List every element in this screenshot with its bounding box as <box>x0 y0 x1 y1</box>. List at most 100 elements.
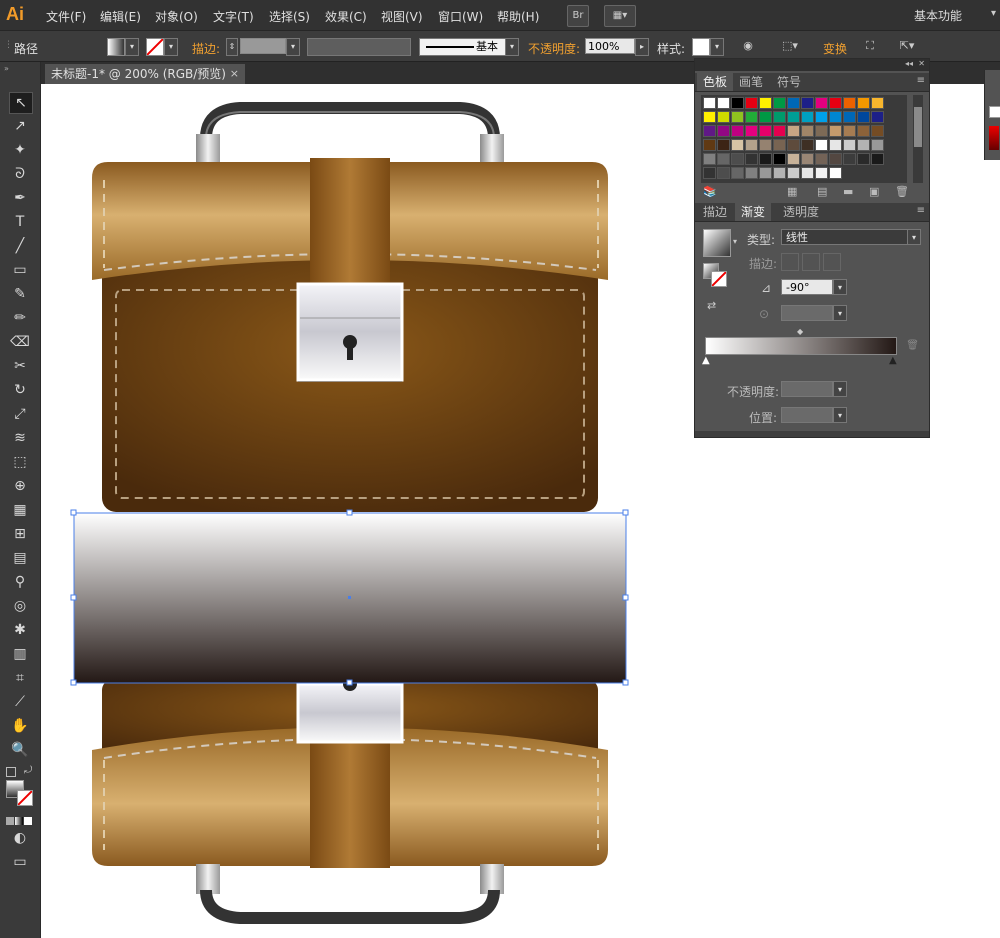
swatch[interactable] <box>787 153 800 165</box>
aspect-ratio-field[interactable] <box>781 305 833 321</box>
color-mode-icons[interactable] <box>6 814 34 825</box>
fill-dropdown[interactable]: ▾ <box>125 38 139 56</box>
swatch[interactable] <box>773 111 786 123</box>
stroke-weight-dropdown[interactable]: ▾ <box>286 38 300 56</box>
panel-menu-icon[interactable]: ≡ <box>917 205 925 216</box>
rotate-tool-icon[interactable]: ↻ <box>9 380 31 400</box>
arrange-documents-button[interactable]: ▦▾ <box>604 5 636 27</box>
swatch[interactable] <box>717 111 730 123</box>
swatch[interactable] <box>717 167 730 179</box>
swatch[interactable] <box>787 125 800 137</box>
swatch[interactable] <box>773 97 786 109</box>
swatch[interactable] <box>759 97 772 109</box>
swatch-scrollbar[interactable] <box>913 95 923 183</box>
brush-definition[interactable]: 基本 <box>419 38 519 56</box>
swatch[interactable] <box>731 125 744 137</box>
stroke-dropdown[interactable]: ▾ <box>164 38 178 56</box>
eraser-tool-icon[interactable]: ⌫ <box>9 332 31 352</box>
swatch[interactable] <box>745 167 758 179</box>
collapse-icon[interactable]: ◂◂ <box>905 59 913 68</box>
swatch[interactable] <box>759 125 772 137</box>
chevron-down-icon[interactable]: ▾ <box>991 8 996 19</box>
align-icon[interactable]: ⬚▾ <box>778 39 802 53</box>
type-tool-icon[interactable]: T <box>9 212 31 232</box>
swatch[interactable] <box>801 153 814 165</box>
swatch[interactable] <box>731 139 744 151</box>
swatch[interactable] <box>843 111 856 123</box>
tab-gradient[interactable]: 渐变 <box>735 203 772 221</box>
panel-options-icon[interactable]: ⇱▾ <box>893 39 921 53</box>
reverse-gradient-icon[interactable]: ⇄ <box>707 299 716 312</box>
swatch[interactable] <box>843 97 856 109</box>
swatch[interactable] <box>703 125 716 137</box>
swatch[interactable] <box>787 111 800 123</box>
document-tab[interactable]: 未标题-1* @ 200% (RGB/预览) × <box>45 64 245 84</box>
symbol-sprayer-tool-icon[interactable]: ✱ <box>9 620 31 640</box>
swatch[interactable] <box>759 153 772 165</box>
menu-view[interactable]: 视图(V) <box>381 8 423 25</box>
swatch[interactable] <box>745 111 758 123</box>
free-transform-tool-icon[interactable]: ⬚ <box>9 452 31 472</box>
tab-stroke[interactable]: 描边 <box>697 203 733 221</box>
swatch[interactable] <box>731 97 744 109</box>
rectangle-tool-icon[interactable]: ▭ <box>9 260 31 280</box>
line-tool-icon[interactable]: ╱ <box>9 236 31 256</box>
swatch[interactable] <box>843 139 856 151</box>
bridge-button[interactable]: Br <box>567 5 589 27</box>
swatch[interactable] <box>773 153 786 165</box>
swatch-options-icon[interactable]: ▤ <box>817 185 827 198</box>
swatch[interactable] <box>801 97 814 109</box>
swatch[interactable] <box>717 139 730 151</box>
swatch[interactable] <box>871 111 884 123</box>
swatch[interactable] <box>745 139 758 151</box>
aspect-ratio-dropdown[interactable]: ▾ <box>833 305 847 321</box>
swatch[interactable] <box>703 97 716 109</box>
stroke-color-icon[interactable] <box>17 790 33 806</box>
gradient-angle-field[interactable]: -90° <box>781 279 833 295</box>
pen-tool-icon[interactable]: ✒ <box>9 188 31 208</box>
stop-position-field[interactable] <box>781 407 833 423</box>
swatch[interactable] <box>759 167 772 179</box>
swatch[interactable] <box>871 153 884 165</box>
tab-swatches[interactable]: 色板 <box>697 73 734 91</box>
opacity-label[interactable]: 不透明度: <box>528 40 580 57</box>
swatch[interactable] <box>857 153 870 165</box>
paintbrush-tool-icon[interactable]: ✎ <box>9 284 31 304</box>
swatch[interactable] <box>703 153 716 165</box>
draw-mode-icon[interactable]: ◐ <box>9 828 31 848</box>
perspective-grid-tool-icon[interactable]: ▦ <box>9 500 31 520</box>
midpoint-icon[interactable]: ◆ <box>797 327 803 336</box>
swatch[interactable] <box>731 167 744 179</box>
swatch[interactable] <box>815 97 828 109</box>
graphic-style-dropdown[interactable]: ▾ <box>710 38 724 56</box>
swatch[interactable] <box>731 153 744 165</box>
stop-opacity-field[interactable] <box>781 381 833 397</box>
chevron-down-icon[interactable]: ▾ <box>733 237 737 246</box>
new-group-icon[interactable]: ▬ <box>843 185 853 198</box>
swatch[interactable] <box>703 111 716 123</box>
transform-link[interactable]: 变换 <box>823 40 847 57</box>
workspace-switcher[interactable]: 基本功能 <box>914 7 962 24</box>
panel-resize-grip[interactable] <box>695 431 929 437</box>
gradient-type-select[interactable]: 线性 <box>781 229 909 245</box>
direct-selection-tool-icon[interactable]: ↗ <box>9 116 31 136</box>
swatch[interactable] <box>787 139 800 151</box>
collapsed-panel-strip[interactable] <box>984 70 1000 160</box>
swatch[interactable] <box>787 167 800 179</box>
swatch[interactable] <box>871 125 884 137</box>
swatch[interactable] <box>745 97 758 109</box>
swatch[interactable] <box>745 153 758 165</box>
scissors-tool-icon[interactable]: ✂ <box>9 356 31 376</box>
swatch[interactable] <box>829 167 842 179</box>
fill-stroke-stroke-icon[interactable] <box>711 271 727 287</box>
swatch[interactable] <box>871 139 884 151</box>
stroke-weight-stepper[interactable]: ⇕ <box>226 38 238 56</box>
gradient-preview-swatch[interactable] <box>703 229 731 257</box>
stroke-swatch[interactable] <box>146 38 164 56</box>
eyedropper-tool-icon[interactable]: ⚲ <box>9 572 31 592</box>
close-icon[interactable]: × <box>230 64 239 84</box>
menu-file[interactable]: 文件(F) <box>46 8 86 25</box>
default-colors-icon[interactable] <box>6 767 16 777</box>
column-graph-tool-icon[interactable]: ▥ <box>9 644 31 664</box>
blend-tool-icon[interactable]: ◎ <box>9 596 31 616</box>
